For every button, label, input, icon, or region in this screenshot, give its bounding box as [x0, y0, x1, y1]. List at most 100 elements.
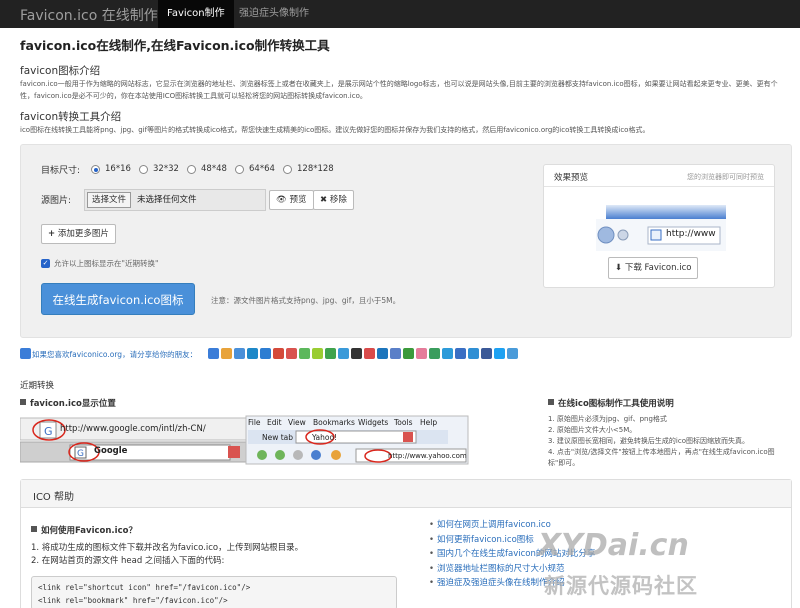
preview-title: 效果预览	[554, 173, 589, 183]
share-icon[interactable]	[312, 348, 323, 359]
preview-panel: 效果预览 您的浏览器即可同时预览 http://www ⬇ 下载 Favicon…	[543, 164, 775, 288]
menu-item: Bookmarks	[313, 418, 355, 427]
share-icon[interactable]	[286, 348, 297, 359]
source-label: 源图片:	[41, 196, 72, 206]
preview-note: 您的浏览器即可同时预览	[687, 173, 764, 181]
menu-item: View	[288, 418, 306, 427]
watermark: XYDai.cn 新源代源码社区	[538, 528, 798, 608]
code-line: <link rel="shortcut icon" href="/favicon…	[38, 583, 251, 592]
menu-item: File	[248, 418, 261, 427]
square-icon	[548, 399, 554, 405]
recent-checkbox[interactable]: ✓	[41, 259, 50, 268]
tool-intro-text: ico图标在线转换工具能将png、jpg、gif等图片的格式转换成ico格式，帮…	[20, 126, 650, 134]
share-icon[interactable]	[364, 348, 375, 359]
share-icon[interactable]	[377, 348, 388, 359]
share-icon[interactable]	[481, 348, 492, 359]
converter-panel: 目标尺寸: 16*16 32*32 48*48 64*64 128*128 源图…	[20, 144, 792, 338]
tip-item: 3. 建议原图长宽相同，避免转换后生成的ico图标因缩放而失真。	[548, 437, 749, 445]
size-radio-32[interactable]	[139, 165, 148, 174]
add-more-button[interactable]: + 添加更多图片	[41, 224, 116, 244]
file-status: 未选择任何文件	[137, 195, 197, 205]
size-option-64[interactable]: 64*64	[249, 164, 275, 174]
preview-url: http://www	[666, 229, 716, 239]
size-option-128[interactable]: 128*128	[297, 164, 334, 174]
share-icon[interactable]	[455, 348, 466, 359]
format-note: 注意：源文件图片格式支持png、jpg、gif，且小于5M。	[211, 296, 401, 305]
share-icon[interactable]	[468, 348, 479, 359]
share-icon[interactable]	[221, 348, 232, 359]
new-tab-label: New tab	[262, 433, 294, 442]
help-steps: 1. 将成功生成的图标文件下载并改名为favico.ico，上传到网站根目录。 …	[31, 542, 303, 568]
help-question: 如何使用Favicon.ico？	[31, 524, 137, 536]
download-label: 下载 Favicon.ico	[624, 263, 692, 273]
share-icon[interactable]	[403, 348, 414, 359]
intro-text: favicon.ico一般用于作为缩略的网站标志，它显示在浏览器的地址栏、浏览器…	[20, 80, 778, 100]
eye-icon: 👁	[276, 195, 287, 205]
brand-logo[interactable]: Favicon.ico 在线制作	[20, 5, 158, 25]
recent-checkbox-label: 允许以上图标显示在"近期转换"	[54, 259, 159, 268]
share-icon[interactable]	[325, 348, 336, 359]
share-icon[interactable]	[260, 348, 271, 359]
share-icon[interactable]	[494, 348, 505, 359]
watermark-logo: XYDai.cn	[538, 528, 689, 563]
share-plus-icon[interactable]	[20, 348, 31, 359]
square-icon	[31, 526, 37, 532]
size-radio-128[interactable]	[283, 165, 292, 174]
size-option-16[interactable]: 16*16	[105, 164, 131, 174]
share-icon[interactable]	[338, 348, 349, 359]
share-icon[interactable]	[429, 348, 440, 359]
yahoo-url: http://www.yahoo.com	[388, 452, 467, 460]
tip-item: 4. 点击"浏览/选择文件"按钮上传本地图片，再点"在线生成favicon.ic…	[548, 448, 775, 467]
tab-favicon[interactable]: Favicon制作	[158, 0, 234, 28]
google-tab: Google	[94, 446, 128, 456]
position-heading: favicon.ico显示位置	[20, 397, 116, 409]
choose-file-button[interactable]: 选择文件	[87, 192, 132, 208]
tips-list: 1. 原始图片必须为jpg、gif、png格式 2. 原始图片文件大小<5M。 …	[548, 414, 788, 469]
code-line: <link rel="bookmark" href="/favicon.ico"…	[38, 596, 228, 605]
tip-item: 2. 原始图片文件大小<5M。	[548, 426, 637, 434]
share-icon[interactable]	[299, 348, 310, 359]
svg-text:G: G	[77, 449, 84, 459]
google-url: http://www.google.com/intl/zh-CN/	[60, 424, 206, 434]
share-icon[interactable]	[208, 348, 219, 359]
code-block: <link rel="shortcut icon" href="/favicon…	[31, 576, 397, 608]
generate-button[interactable]: 在线生成favicon.ico图标	[41, 283, 195, 315]
menu-item: Widgets	[358, 418, 389, 427]
help-step: 2. 在网站首页的源文件 head 之间插入下面的代码:	[31, 556, 225, 566]
recent-label: 近期转换	[20, 381, 55, 391]
share-icon[interactable]	[247, 348, 258, 359]
share-icon[interactable]	[507, 348, 518, 359]
share-icon[interactable]	[442, 348, 453, 359]
tool-intro-heading: favicon转换工具介绍	[20, 111, 122, 123]
share-icon[interactable]	[416, 348, 427, 359]
size-label: 目标尺寸:	[41, 166, 81, 176]
share-row: 如果您喜欢faviconico.org，请分享给你的朋友：	[20, 348, 800, 362]
size-option-32[interactable]: 32*32	[153, 164, 179, 174]
navbar: Favicon.ico 在线制作 Favicon制作 强迫症头像制作	[0, 0, 800, 28]
preview-button[interactable]: 👁 预览	[269, 190, 314, 210]
intro-heading: favicon图标介绍	[20, 65, 101, 77]
menu-item: Help	[420, 418, 438, 427]
tab-avatar[interactable]: 强迫症头像制作	[230, 0, 318, 28]
size-radio-16[interactable]	[91, 165, 100, 174]
share-text: 如果您喜欢faviconico.org，请分享给你的朋友：	[32, 350, 198, 359]
share-icon[interactable]	[351, 348, 362, 359]
share-icon[interactable]	[390, 348, 401, 359]
menu-item: Tools	[394, 418, 413, 427]
preview-header: 效果预览 您的浏览器即可同时预览	[544, 165, 774, 187]
menu-item: Edit	[267, 418, 282, 427]
size-radio-64[interactable]	[235, 165, 244, 174]
remove-button[interactable]: ✖ 移除	[313, 190, 354, 210]
share-icon[interactable]	[273, 348, 284, 359]
file-input[interactable]: 选择文件 未选择任何文件	[84, 189, 266, 211]
watermark-slogan: 新源代源码社区	[544, 574, 698, 598]
plus-icon: +	[48, 229, 56, 239]
preview-label: 预览	[289, 195, 307, 205]
add-more-label: 添加更多图片	[57, 229, 109, 239]
download-button[interactable]: ⬇ 下载 Favicon.ico	[608, 257, 699, 279]
help-title: ICO 帮助	[33, 492, 74, 503]
size-radio-48[interactable]	[187, 165, 196, 174]
size-option-48[interactable]: 48*48	[201, 164, 227, 174]
download-icon: ⬇	[615, 263, 623, 273]
share-icon[interactable]	[234, 348, 245, 359]
